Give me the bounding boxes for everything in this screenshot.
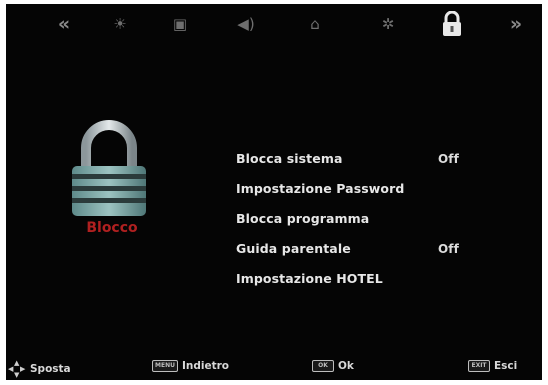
sound-icon[interactable]: ◀): [232, 10, 260, 38]
back-hint: MENU Indietro: [152, 360, 229, 372]
ok-label: Ok: [338, 360, 354, 372]
menu-item-label: Impostazione HOTEL: [236, 271, 383, 286]
exit-label: Esci: [494, 360, 518, 372]
move-label: Sposta: [30, 363, 71, 375]
setup-icon[interactable]: ✲: [374, 10, 402, 38]
move-hint: ▲ ◀ ▶ ▼ Sposta: [8, 359, 71, 379]
nav-prev-icon[interactable]: «: [50, 10, 78, 38]
ok-hint: OK Ok: [312, 360, 354, 372]
menu-item-label: Impostazione Password: [236, 181, 405, 196]
padlock-icon: [72, 120, 146, 216]
menu-item-value: Off: [438, 152, 459, 166]
lock-menu: Blocca sistema Off Impostazione Password…: [236, 144, 516, 294]
menu-item-impostazione-password[interactable]: Impostazione Password: [236, 174, 516, 204]
menu-item-blocca-sistema[interactable]: Blocca sistema Off: [236, 144, 516, 174]
menu-item-label: Blocca programma: [236, 211, 370, 226]
lock-tab-graphic: [443, 11, 461, 36]
top-menu-bar: « ☀ ▣ ◀) ⌂ ✲ »: [6, 4, 542, 48]
time-icon[interactable]: ⌂: [301, 10, 329, 38]
menu-item-label: Blocca sistema: [236, 151, 343, 166]
footer-hints: ▲ ◀ ▶ ▼ Sposta MENU Indietro OK Ok EXIT …: [6, 356, 542, 380]
menu-item-label: Guida parentale: [236, 241, 351, 256]
lock-icon[interactable]: [438, 10, 466, 38]
channel-icon[interactable]: ▣: [166, 10, 194, 38]
menu-item-value: Off: [438, 242, 459, 256]
menu-item-blocca-programma[interactable]: Blocca programma: [236, 204, 516, 234]
arrow-keys-icon: ▲ ◀ ▶ ▼: [8, 359, 26, 379]
picture-icon[interactable]: ☀: [106, 10, 134, 38]
menu-key-icon: MENU: [152, 360, 178, 372]
menu-item-guida-parentale[interactable]: Guida parentale Off: [236, 234, 516, 264]
exit-key-icon: EXIT: [468, 360, 490, 372]
back-label: Indietro: [181, 360, 229, 372]
menu-item-impostazione-hotel[interactable]: Impostazione HOTEL: [236, 264, 516, 294]
section-title: Blocco: [86, 220, 138, 236]
nav-next-icon[interactable]: »: [502, 10, 530, 38]
ok-key-icon: OK: [312, 360, 334, 372]
exit-hint: EXIT Esci: [468, 360, 517, 372]
tv-screen: « ☀ ▣ ◀) ⌂ ✲ » Blocco Blocca sistema Off…: [6, 4, 542, 380]
